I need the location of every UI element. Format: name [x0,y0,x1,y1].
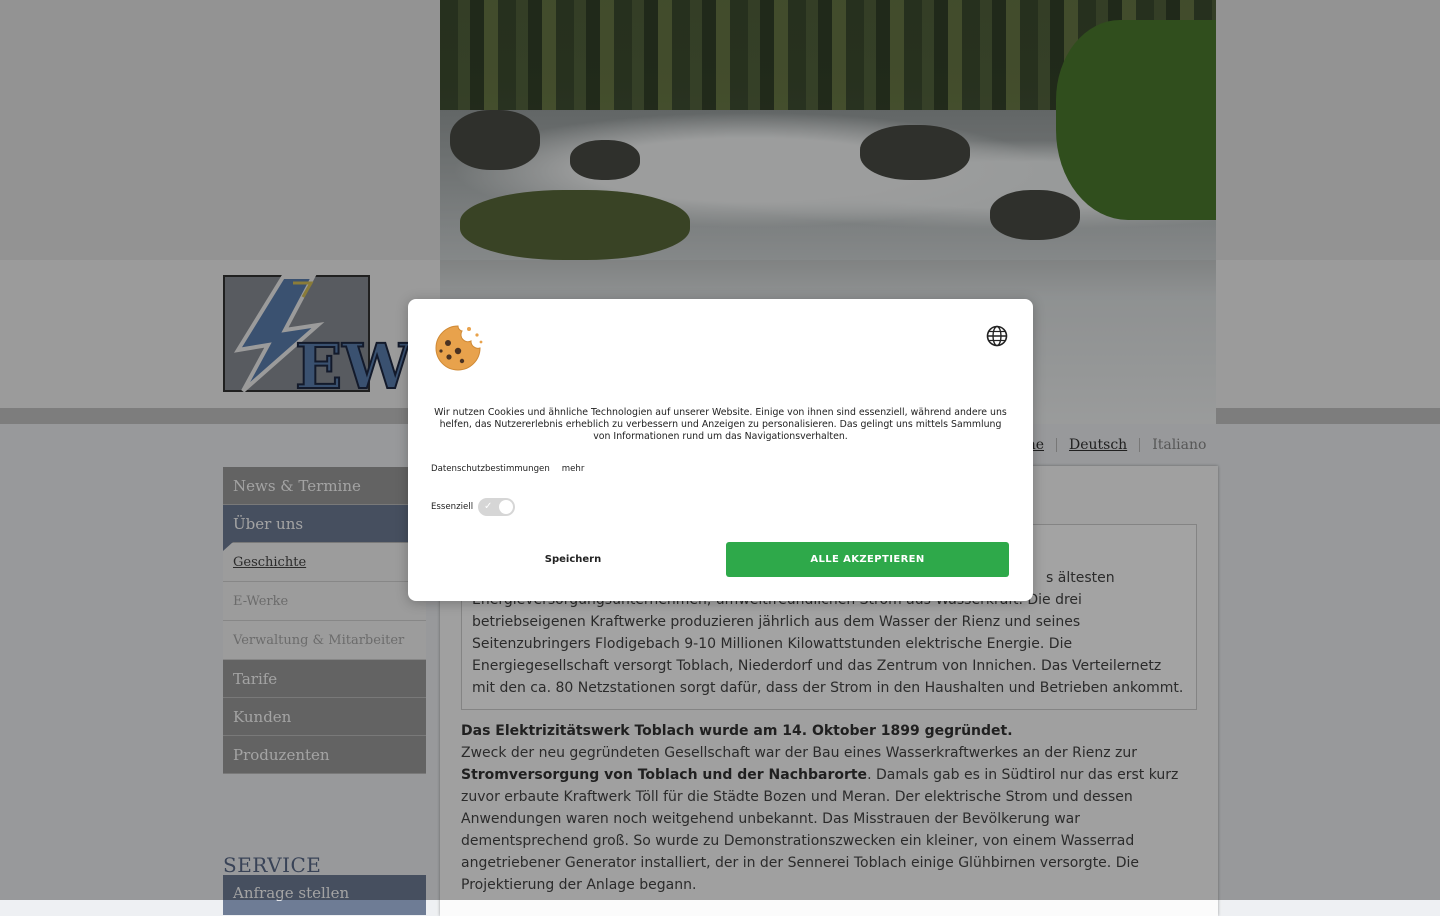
cookie-description: Wir nutzen Cookies und ähnliche Technolo… [434,407,1007,442]
cookie-icon [435,325,483,371]
cookie-consent-dialog: Wir nutzen Cookies und ähnliche Technolo… [408,299,1033,601]
essential-toggle[interactable]: ✓ [478,498,515,516]
cookie-links: Datenschutzbestimmungen mehr [431,464,584,474]
check-icon: ✓ [484,501,493,512]
save-button[interactable]: Speichern [430,542,716,577]
more-info-link[interactable]: mehr [562,464,585,474]
accept-all-button[interactable]: ALLE AKZEPTIEREN [726,542,1009,577]
essential-label: Essenziell [431,502,474,512]
toggle-knob [499,500,513,514]
privacy-policy-link[interactable]: Datenschutzbestimmungen [431,464,550,474]
globe-icon[interactable] [986,325,1008,347]
